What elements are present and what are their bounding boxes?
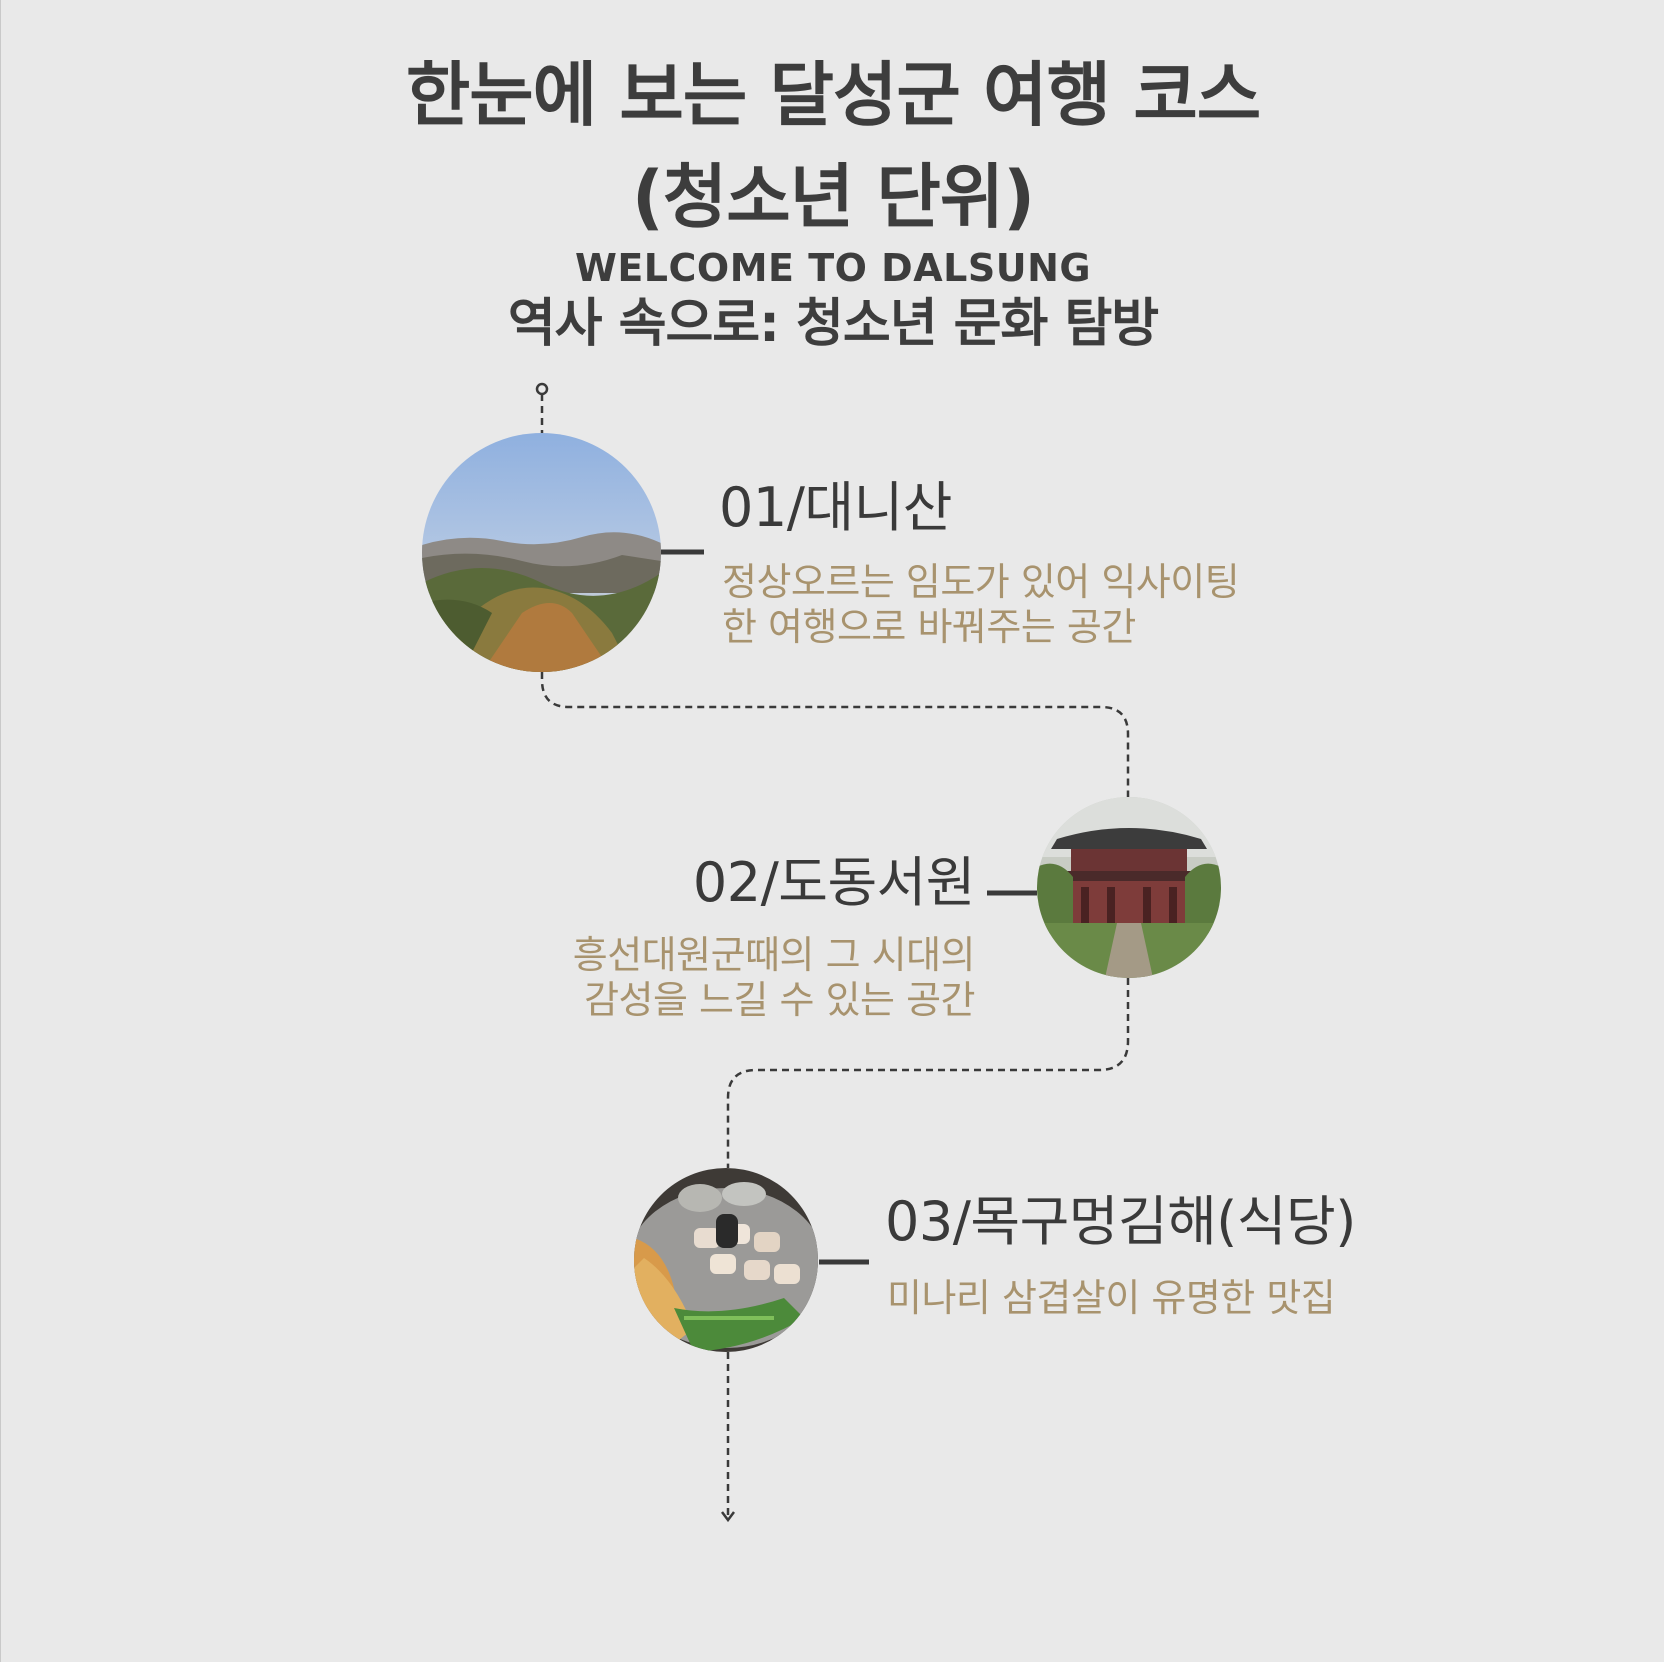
route-start-icon [535,382,549,396]
poster-canvas: 한눈에 보는 달성군 여행 코스 (청소년 단위) WELCOME TO DAL… [0,0,1664,1662]
stop-description-line: 정상오르는 임도가 있어 익사이팅 [722,560,1240,604]
stop-title: 02/도동서원 [692,851,976,914]
stop-description-line: 한 여행으로 바꿔주는 공간 [722,605,1136,649]
stop-description-line: 미나리 삼겹살이 유명한 맛집 [887,1276,1336,1320]
route-path [535,382,1130,1523]
stop-description-line: 흥선대원군때의 그 시대의 [572,933,976,977]
stop-description: 정상오르는 임도가 있어 익사이팅 한 여행으로 바꿔주는 공간 [722,560,1240,650]
grilled-pork-dish-photo [634,1168,818,1352]
stop-description-line: 감성을 느길 수 있는 공간 [584,978,975,1022]
mountain-landscape-photo [422,433,661,672]
stop-title: 01/대니산 [719,476,952,539]
stop-description: 미나리 삼겹살이 유명한 맛집 [887,1276,1336,1321]
stop-description: 흥선대원군때의 그 시대의 감성을 느길 수 있는 공간 [475,933,976,1023]
route-segment [540,672,1130,797]
traditional-pavilion-photo [1037,797,1221,978]
stop-title: 03/목구멍김해(식당) [885,1190,1356,1253]
